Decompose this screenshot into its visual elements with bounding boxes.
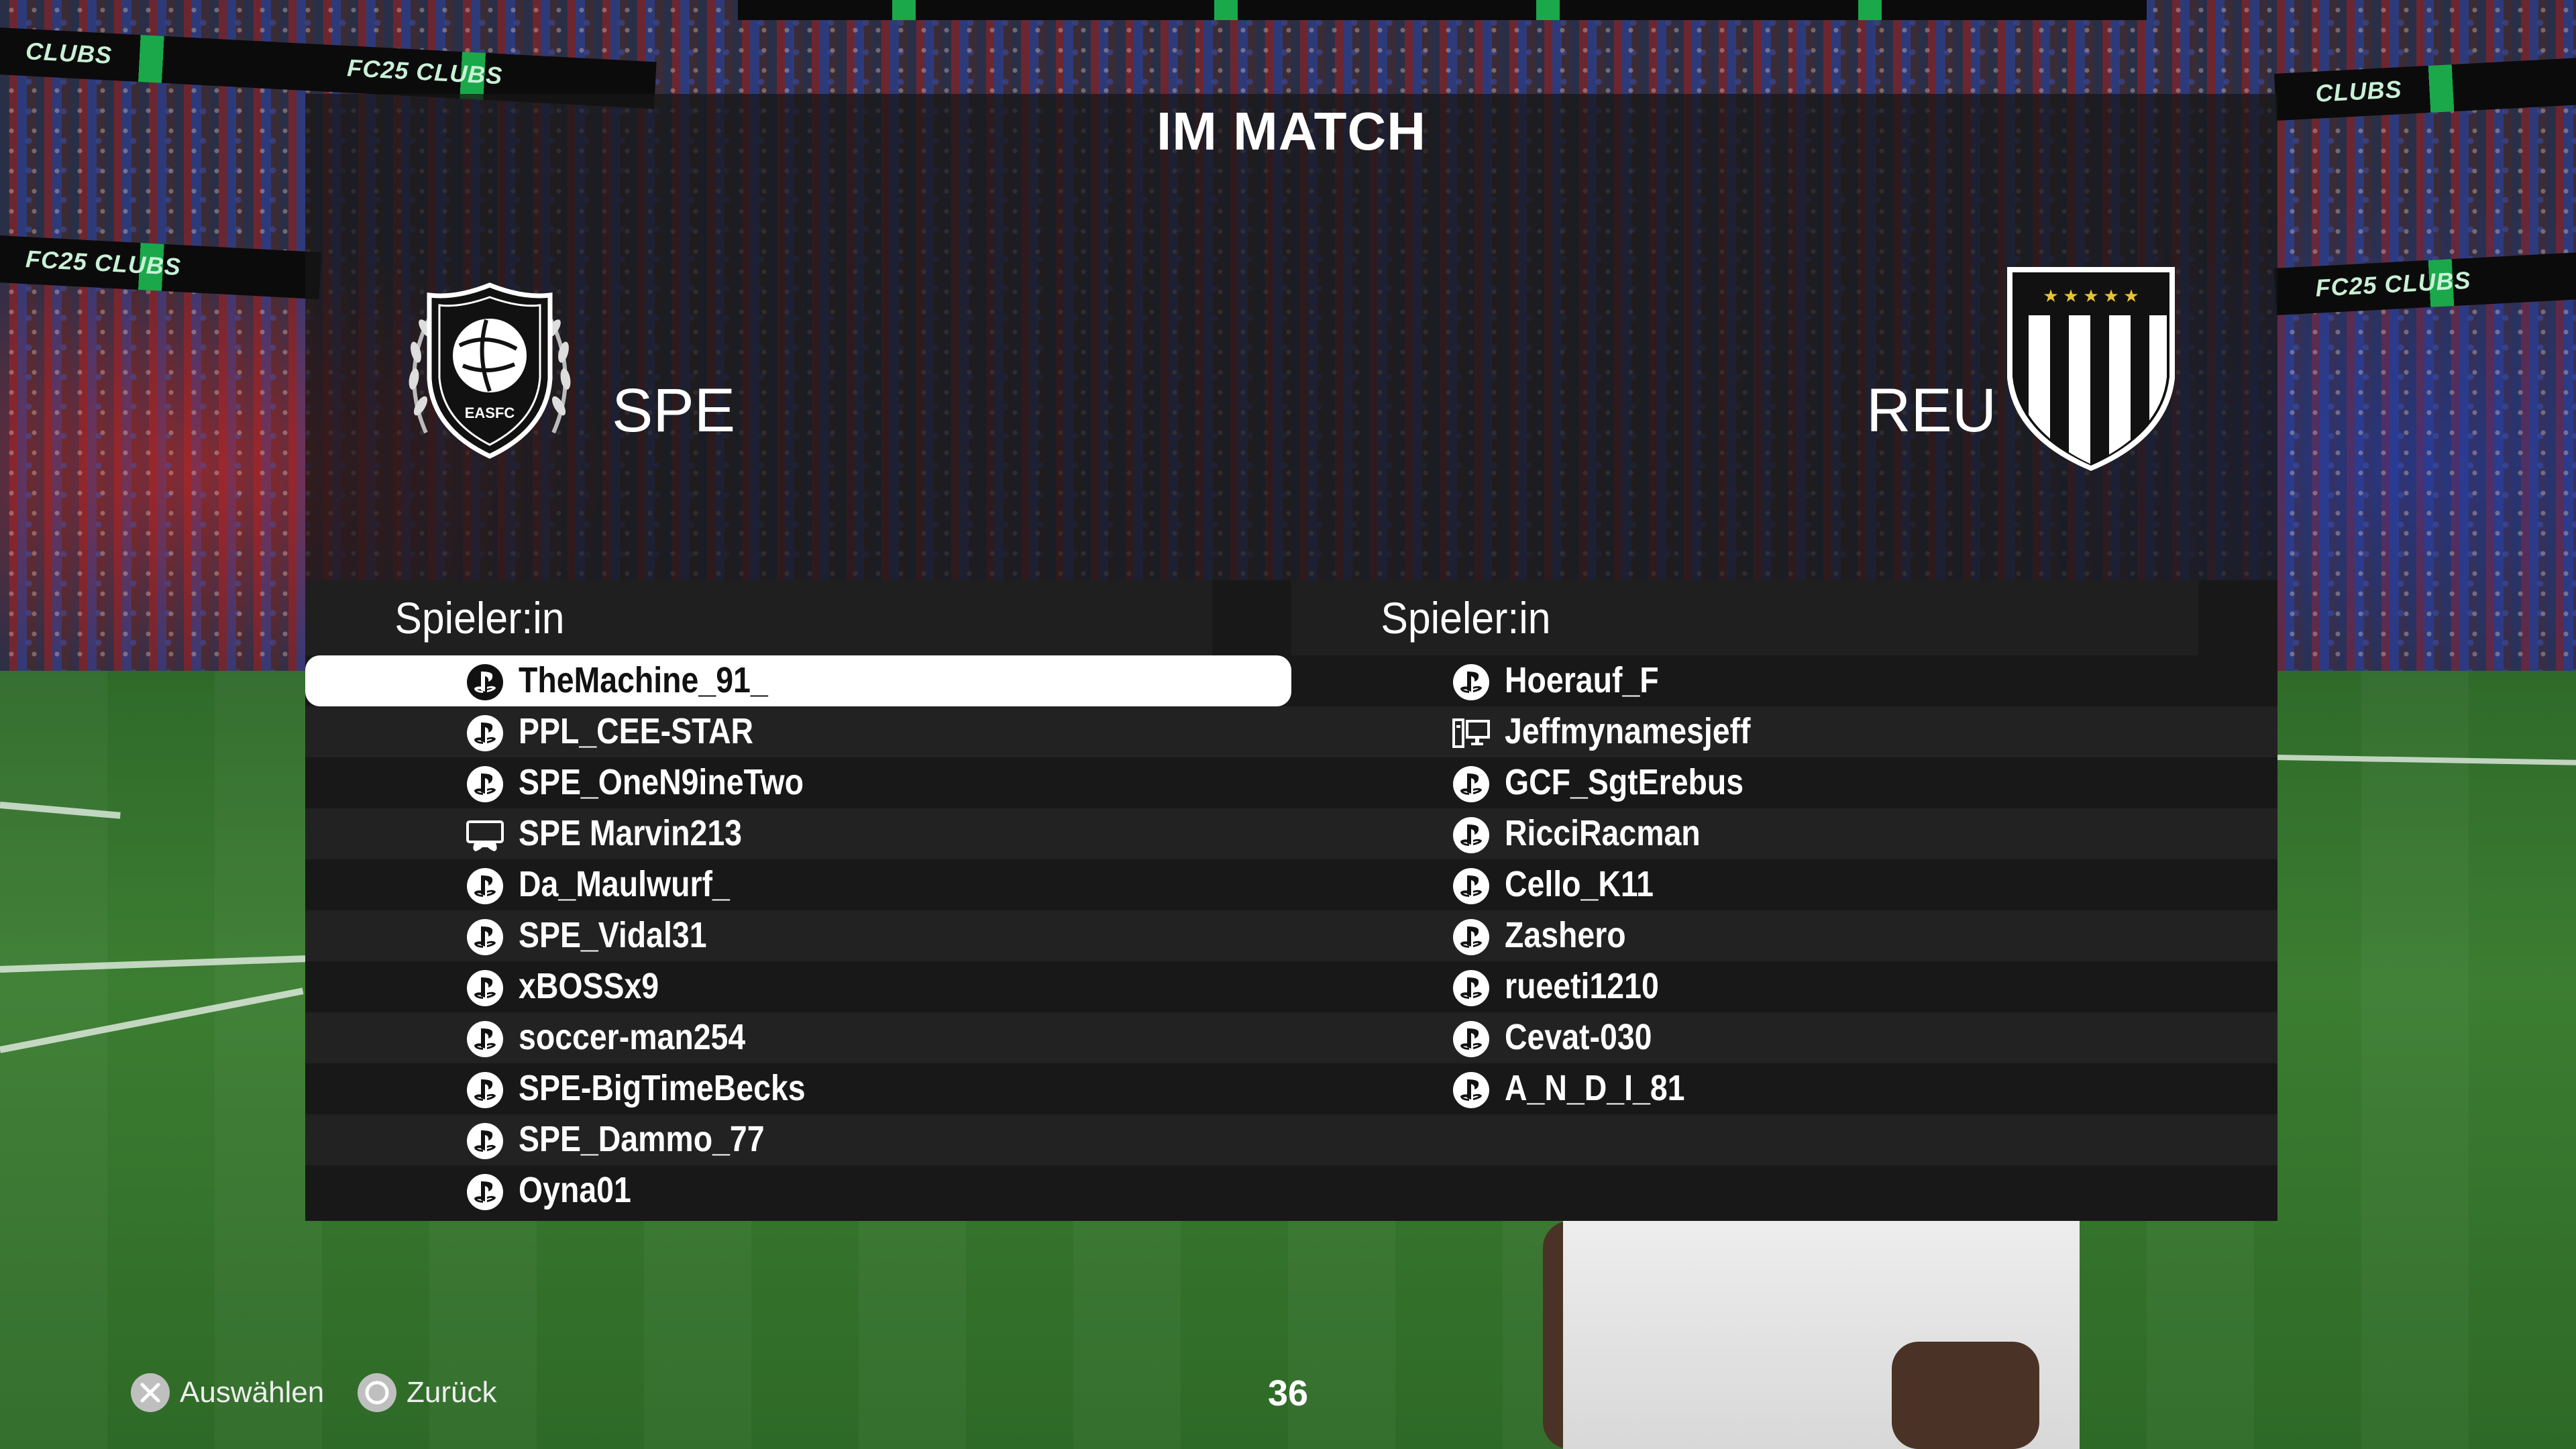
page-title: IM MATCH	[1157, 101, 1426, 161]
player-name: SPE Marvin213	[519, 813, 742, 853]
pc-icon	[1452, 714, 1490, 752]
playstation-icon	[1452, 1020, 1490, 1058]
playstation-icon	[1452, 969, 1490, 1007]
home-team-crest: EASFC	[386, 265, 594, 473]
player-name: xBOSSx9	[519, 966, 659, 1006]
cross-button-icon	[131, 1373, 170, 1412]
player-name: Hoerauf_F	[1505, 660, 1659, 700]
ad-board	[738, 0, 2147, 20]
player-row[interactable]: Zashero	[1291, 910, 2277, 961]
playstation-icon	[466, 663, 504, 701]
player-row[interactable]: Oyna01	[305, 1165, 1291, 1216]
player-row[interactable]: Cevat-030	[1291, 1012, 2277, 1063]
player-name: GCF_SgtErebus	[1505, 762, 1744, 802]
player-name: SPE_Dammo_77	[519, 1119, 765, 1159]
player-row[interactable]: A_N_D_I_81	[1291, 1063, 2277, 1114]
player-name: SPE_Vidal31	[519, 915, 707, 955]
playstation-icon	[1452, 1071, 1490, 1109]
player-row[interactable]: RicciRacman	[1291, 808, 2277, 859]
svg-text:★: ★	[2083, 286, 2098, 307]
playstation-icon	[1452, 816, 1490, 854]
player-name: SPE-BigTimeBecks	[519, 1068, 806, 1108]
home-team-abbr: SPE	[612, 376, 736, 445]
playstation-icon	[1452, 663, 1490, 701]
svg-text:★: ★	[2103, 286, 2118, 307]
player-name: Da_Maulwurf_	[519, 864, 730, 904]
player-row[interactable]: SPE-BigTimeBecks	[305, 1063, 1291, 1114]
countdown-timer: 36	[1268, 1373, 1309, 1413]
player-row[interactable]: xBOSSx9	[305, 961, 1291, 1012]
svg-text:EASFC: EASFC	[465, 405, 515, 421]
playstation-icon	[466, 1122, 504, 1160]
playstation-icon	[1452, 867, 1490, 905]
player-name: rueeti1210	[1505, 966, 1659, 1006]
playstation-icon	[466, 1173, 504, 1211]
playstation-icon	[1452, 765, 1490, 803]
player-name: Cello_K11	[1505, 864, 1654, 904]
away-team-abbr: REU	[1866, 376, 1997, 445]
playstation-icon	[466, 867, 504, 905]
home-players-list: Spieler:in TheMachine_91_ PPL_CEE-STAR S…	[305, 580, 1291, 1221]
playstation-icon	[466, 765, 504, 803]
player-row[interactable]: Cello_K11	[1291, 859, 2277, 910]
empty-row	[1291, 1165, 2277, 1216]
empty-row	[1291, 1114, 2277, 1165]
player-name: RicciRacman	[1505, 813, 1701, 853]
player-name: Oyna01	[519, 1170, 631, 1210]
playstation-icon	[466, 1020, 504, 1058]
player-name: Cevat-030	[1505, 1017, 1652, 1057]
player-name: PPL_CEE-STAR	[519, 711, 754, 751]
playstation-icon	[466, 918, 504, 956]
player-row[interactable]: rueeti1210	[1291, 961, 2277, 1012]
player-name: Jeffmynamesjeff	[1505, 711, 1751, 751]
player-row[interactable]: PPL_CEE-STAR	[305, 706, 1291, 757]
player-row[interactable]: SPE Marvin213	[305, 808, 1291, 859]
playstation-icon	[1452, 918, 1490, 956]
svg-text:★: ★	[2123, 286, 2139, 307]
select-button[interactable]: Auswählen	[129, 1371, 324, 1414]
home-list-header: Spieler:in	[305, 580, 1213, 655]
player-name: SPE_OneN9ineTwo	[519, 762, 804, 802]
player-name: Zashero	[1505, 915, 1626, 955]
away-players-list: Spieler:in Hoerauf_F Jeffmynamesjeff GCF…	[1291, 580, 2277, 1221]
controller-icon	[466, 816, 504, 854]
player-row[interactable]: soccer-man254	[305, 1012, 1291, 1063]
svg-text:★: ★	[2043, 286, 2058, 307]
player-leg	[1892, 1342, 2039, 1449]
player-row[interactable]: Hoerauf_F	[1291, 655, 2277, 706]
player-row[interactable]: SPE_Dammo_77	[305, 1114, 1291, 1165]
away-team-crest: ★ ★ ★ ★ ★	[2000, 263, 2182, 471]
player-name: A_N_D_I_81	[1505, 1068, 1685, 1108]
playstation-icon	[466, 714, 504, 752]
select-label: Auswählen	[180, 1376, 325, 1409]
player-row[interactable]: SPE_OneN9ineTwo	[305, 757, 1291, 808]
playstation-icon	[466, 1071, 504, 1109]
back-button[interactable]: Zurück	[356, 1371, 496, 1414]
player-name: soccer-man254	[519, 1017, 746, 1057]
match-header-panel	[305, 94, 2277, 580]
back-label: Zurück	[407, 1376, 497, 1409]
player-row[interactable]: GCF_SgtErebus	[1291, 757, 2277, 808]
player-name: TheMachine_91_	[519, 660, 768, 700]
away-list-header: Spieler:in	[1291, 580, 2199, 655]
player-row[interactable]: Jeffmynamesjeff	[1291, 706, 2277, 757]
circle-button-icon	[358, 1373, 396, 1412]
player-row[interactable]: SPE_Vidal31	[305, 910, 1291, 961]
player-row[interactable]: TheMachine_91_	[305, 655, 1291, 706]
playstation-icon	[466, 969, 504, 1007]
svg-text:★: ★	[2063, 286, 2078, 307]
player-row[interactable]: Da_Maulwurf_	[305, 859, 1291, 910]
